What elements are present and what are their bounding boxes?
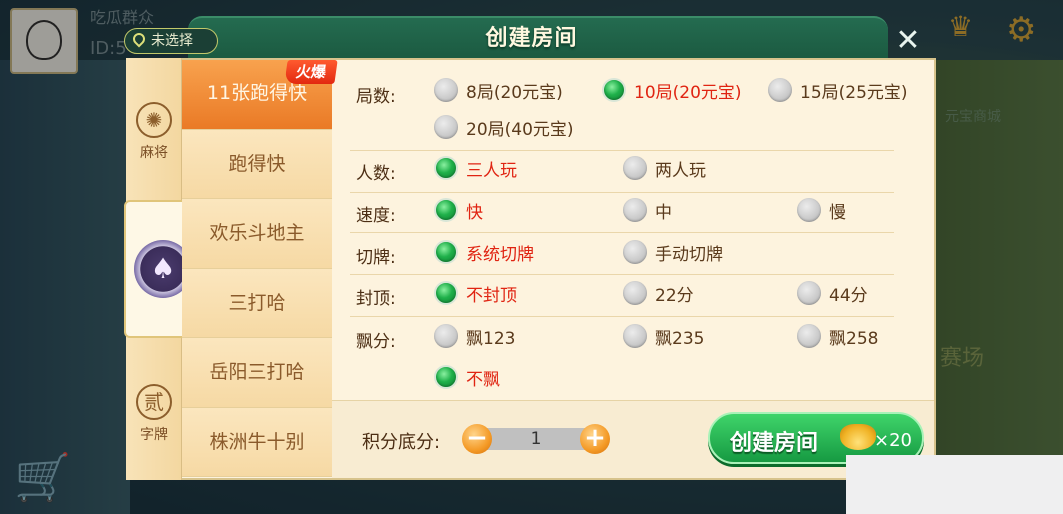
float-option-258[interactable]: 飘258 — [797, 321, 878, 351]
score-increase-button[interactable]: + — [580, 424, 610, 454]
cap-option-44[interactable]: 44分 — [797, 278, 868, 308]
players-label: 人数: — [356, 164, 396, 184]
base-score-value: 1 — [476, 428, 596, 450]
float-option-none[interactable]: 不飘 — [434, 362, 500, 392]
radio-icon — [623, 240, 647, 264]
close-icon: ✕ — [895, 23, 921, 58]
game-tab-sandaha[interactable]: 三打哈 — [182, 268, 332, 338]
location-pin-icon — [130, 30, 148, 48]
radio-icon — [797, 198, 821, 222]
category-label: 字牌 — [140, 427, 168, 443]
float-label: 飘分: — [356, 332, 396, 352]
mahjong-icon: ✺ — [136, 102, 172, 138]
close-button[interactable]: ✕ — [894, 26, 922, 56]
radio-checked-icon — [602, 78, 626, 102]
zipai-icon: 贰 — [136, 384, 172, 420]
base-score-label: 积分底分: — [362, 432, 441, 453]
rounds-option-10[interactable]: 10局(20元宝) — [602, 75, 742, 105]
rounds-option-15[interactable]: 15局(25元宝) — [768, 75, 908, 105]
cap-option-22[interactable]: 22分 — [623, 278, 694, 308]
radio-checked-icon — [434, 240, 458, 264]
speed-label: 速度: — [356, 206, 396, 226]
create-room-cost: ×20 — [874, 430, 912, 451]
rounds-option-8[interactable]: 8局(20元宝) — [434, 75, 563, 105]
cap-option-none[interactable]: 不封顶 — [434, 278, 517, 308]
float-option-235[interactable]: 飘235 — [623, 321, 704, 351]
radio-icon — [623, 156, 647, 180]
divider — [350, 232, 894, 233]
players-option-two[interactable]: 两人玩 — [623, 153, 706, 183]
divider — [350, 316, 894, 317]
cap-label: 封顶: — [356, 289, 396, 309]
game-list: 11张跑得快 跑得快 欢乐斗地主 三打哈 岳阳三打哈 株洲牛十别 — [182, 60, 332, 477]
create-room-label: 创建房间 — [730, 431, 819, 456]
speed-option-medium[interactable]: 中 — [623, 195, 672, 225]
radio-icon — [434, 78, 458, 102]
shuffle-option-manual[interactable]: 手动切牌 — [623, 237, 723, 267]
float-option-123[interactable]: 飘123 — [434, 321, 515, 351]
rounds-option-20[interactable]: 20局(40元宝) — [434, 112, 574, 142]
radio-icon — [434, 324, 458, 348]
game-tab-paodekuai[interactable]: 跑得快 — [182, 129, 332, 199]
speed-option-fast[interactable]: 快 — [434, 195, 483, 225]
radio-icon — [623, 198, 647, 222]
score-decrease-button[interactable]: − — [462, 424, 492, 454]
radio-icon — [797, 281, 821, 305]
radio-checked-icon — [434, 281, 458, 305]
hot-badge: 火爆 — [284, 60, 338, 84]
radio-checked-icon — [434, 365, 458, 389]
game-tab-zhuzhou-niushibie[interactable]: 株洲牛十别 — [182, 407, 332, 477]
shuffle-option-system[interactable]: 系统切牌 — [434, 237, 534, 267]
game-tab-yueyang-sandaha[interactable]: 岳阳三打哈 — [182, 338, 332, 408]
blank-overlay-region — [846, 455, 1063, 514]
divider — [350, 192, 894, 193]
radio-icon — [623, 281, 647, 305]
radio-checked-icon — [434, 156, 458, 180]
game-tab-doudizhu[interactable]: 欢乐斗地主 — [182, 199, 332, 269]
shuffle-label: 切牌: — [356, 248, 396, 268]
category-mahjong[interactable]: ✺ 麻将 — [130, 102, 178, 162]
radio-icon — [623, 324, 647, 348]
yuanbao-ingot-icon — [840, 424, 876, 450]
radio-checked-icon — [434, 198, 458, 222]
divider — [350, 274, 894, 275]
players-option-three[interactable]: 三人玩 — [434, 153, 517, 183]
divider — [350, 150, 894, 151]
category-zipai[interactable]: 贰 字牌 — [130, 384, 178, 444]
speed-option-slow[interactable]: 慢 — [797, 195, 846, 225]
radio-icon — [797, 324, 821, 348]
location-selector[interactable]: 未选择 — [124, 28, 218, 54]
rounds-label: 局数: — [356, 87, 396, 107]
category-label: 麻将 — [140, 145, 168, 161]
location-label: 未选择 — [151, 33, 193, 49]
radio-icon — [768, 78, 792, 102]
radio-icon — [434, 115, 458, 139]
